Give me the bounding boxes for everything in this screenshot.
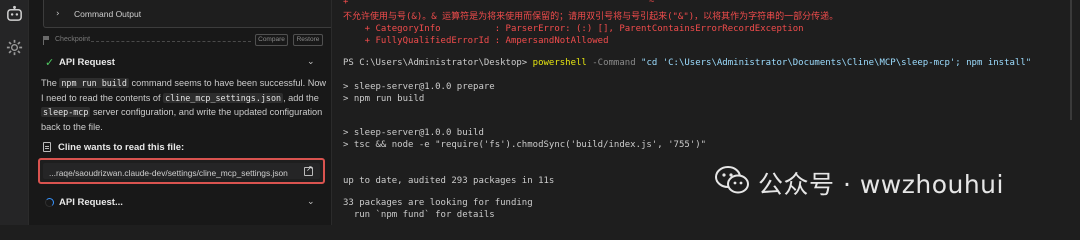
api-request-pending-label: API Request... [59,197,123,208]
terminal-line: > npm run build [343,94,425,104]
terminal-error-tilde: ~ [649,0,655,7]
checkpoint-divider [91,41,251,42]
terminal-prompt: PS C:\Users\Administrator\Desktop> [343,58,533,68]
read-file-request: Cline wants to read this file: [41,142,331,154]
api-request-header[interactable]: ✓ API Request ⌄ [43,56,323,69]
api-request-label: API Request [59,57,115,68]
terminal-scrollbar-marker [1070,0,1072,120]
file-icon [43,142,51,152]
terminal-command: powershell [532,58,587,68]
terminal-command-param: -Command [586,58,642,68]
file-path-text: ...raqe/saoudrizwan.claude-dev/settings/… [49,168,288,178]
assistant-message: The npm run build command seems to have … [41,78,327,132]
chevron-down-icon: ⌄ [307,197,315,207]
file-path-inner: ...raqe/saoudrizwan.claude-dev/settings/… [43,163,320,179]
settings-gear-icon[interactable] [5,38,24,57]
command-output-label: Command Output [74,9,142,19]
terminal-error-fqid: + FullyQualifiedErrorId : AmpersandNotAl… [343,36,609,46]
terminal-line: run `npm fund` for details [343,210,495,220]
terminal-line: 33 packages are looking for funding [343,198,533,208]
checkpoint-flag-icon [43,36,50,45]
wechat-logo-icon [715,166,749,194]
terminal-line: > sleep-server@1.0.0 prepare [343,82,495,92]
read-file-label: Cline wants to read this file: [58,142,185,153]
terminal-scrollbar[interactable] [1066,0,1080,225]
inline-code: npm run build [59,78,129,88]
checkpoint-row: Checkpoint Compare Restore [43,34,331,48]
file-path-card[interactable]: ...raqe/saoudrizwan.claude-dev/settings/… [38,158,325,184]
chevron-down-icon: ⌄ [307,57,315,67]
terminal-command-line: PS C:\Users\Administrator\Desktop> power… [343,58,1031,69]
cline-chat-panel: › Command Output Checkpoint Compare Rest… [29,0,331,225]
terminal-error-message: 不允许使用与号(&)。& 运算符是为将来使用而保留的；请用双引号将与号引起来("… [343,12,839,22]
watermark-text: 公众号 · wwzhouhui [758,170,1004,199]
activity-bar [0,0,29,225]
chevron-right-icon: › [56,9,60,19]
loading-spinner-icon [45,198,54,207]
terminal-command-arg: "cd 'C:\Users\Administrator\Documents\Cl… [641,58,1032,68]
checkpoint-label: Checkpoint [55,36,91,43]
terminal-line: > tsc && node -e "require('fs').chmodSyn… [343,140,707,150]
terminal-line: up to date, audited 293 packages in 11s [343,176,555,186]
inline-code: cline_mcp_settings.json [163,92,284,103]
api-request-pending-header[interactable]: API Request... ⌄ [43,197,323,209]
compare-button[interactable]: Compare [255,34,288,46]
terminal-line: > sleep-server@1.0.0 build [343,128,484,138]
watermark: 公众号 · wwzhouhui [714,162,1059,202]
open-external-icon[interactable] [304,164,313,176]
terminal-error-category: + CategoryInfo : ParserError: (:) [], Pa… [343,24,804,34]
restore-button[interactable]: Restore [293,34,323,46]
terminal-error-plus: + [343,0,349,7]
cline-robot-icon[interactable] [5,4,24,23]
command-output-toggle[interactable]: › Command Output [43,0,331,28]
inline-code: sleep-mcp [41,107,91,118]
checkmark-icon: ✓ [45,56,55,69]
